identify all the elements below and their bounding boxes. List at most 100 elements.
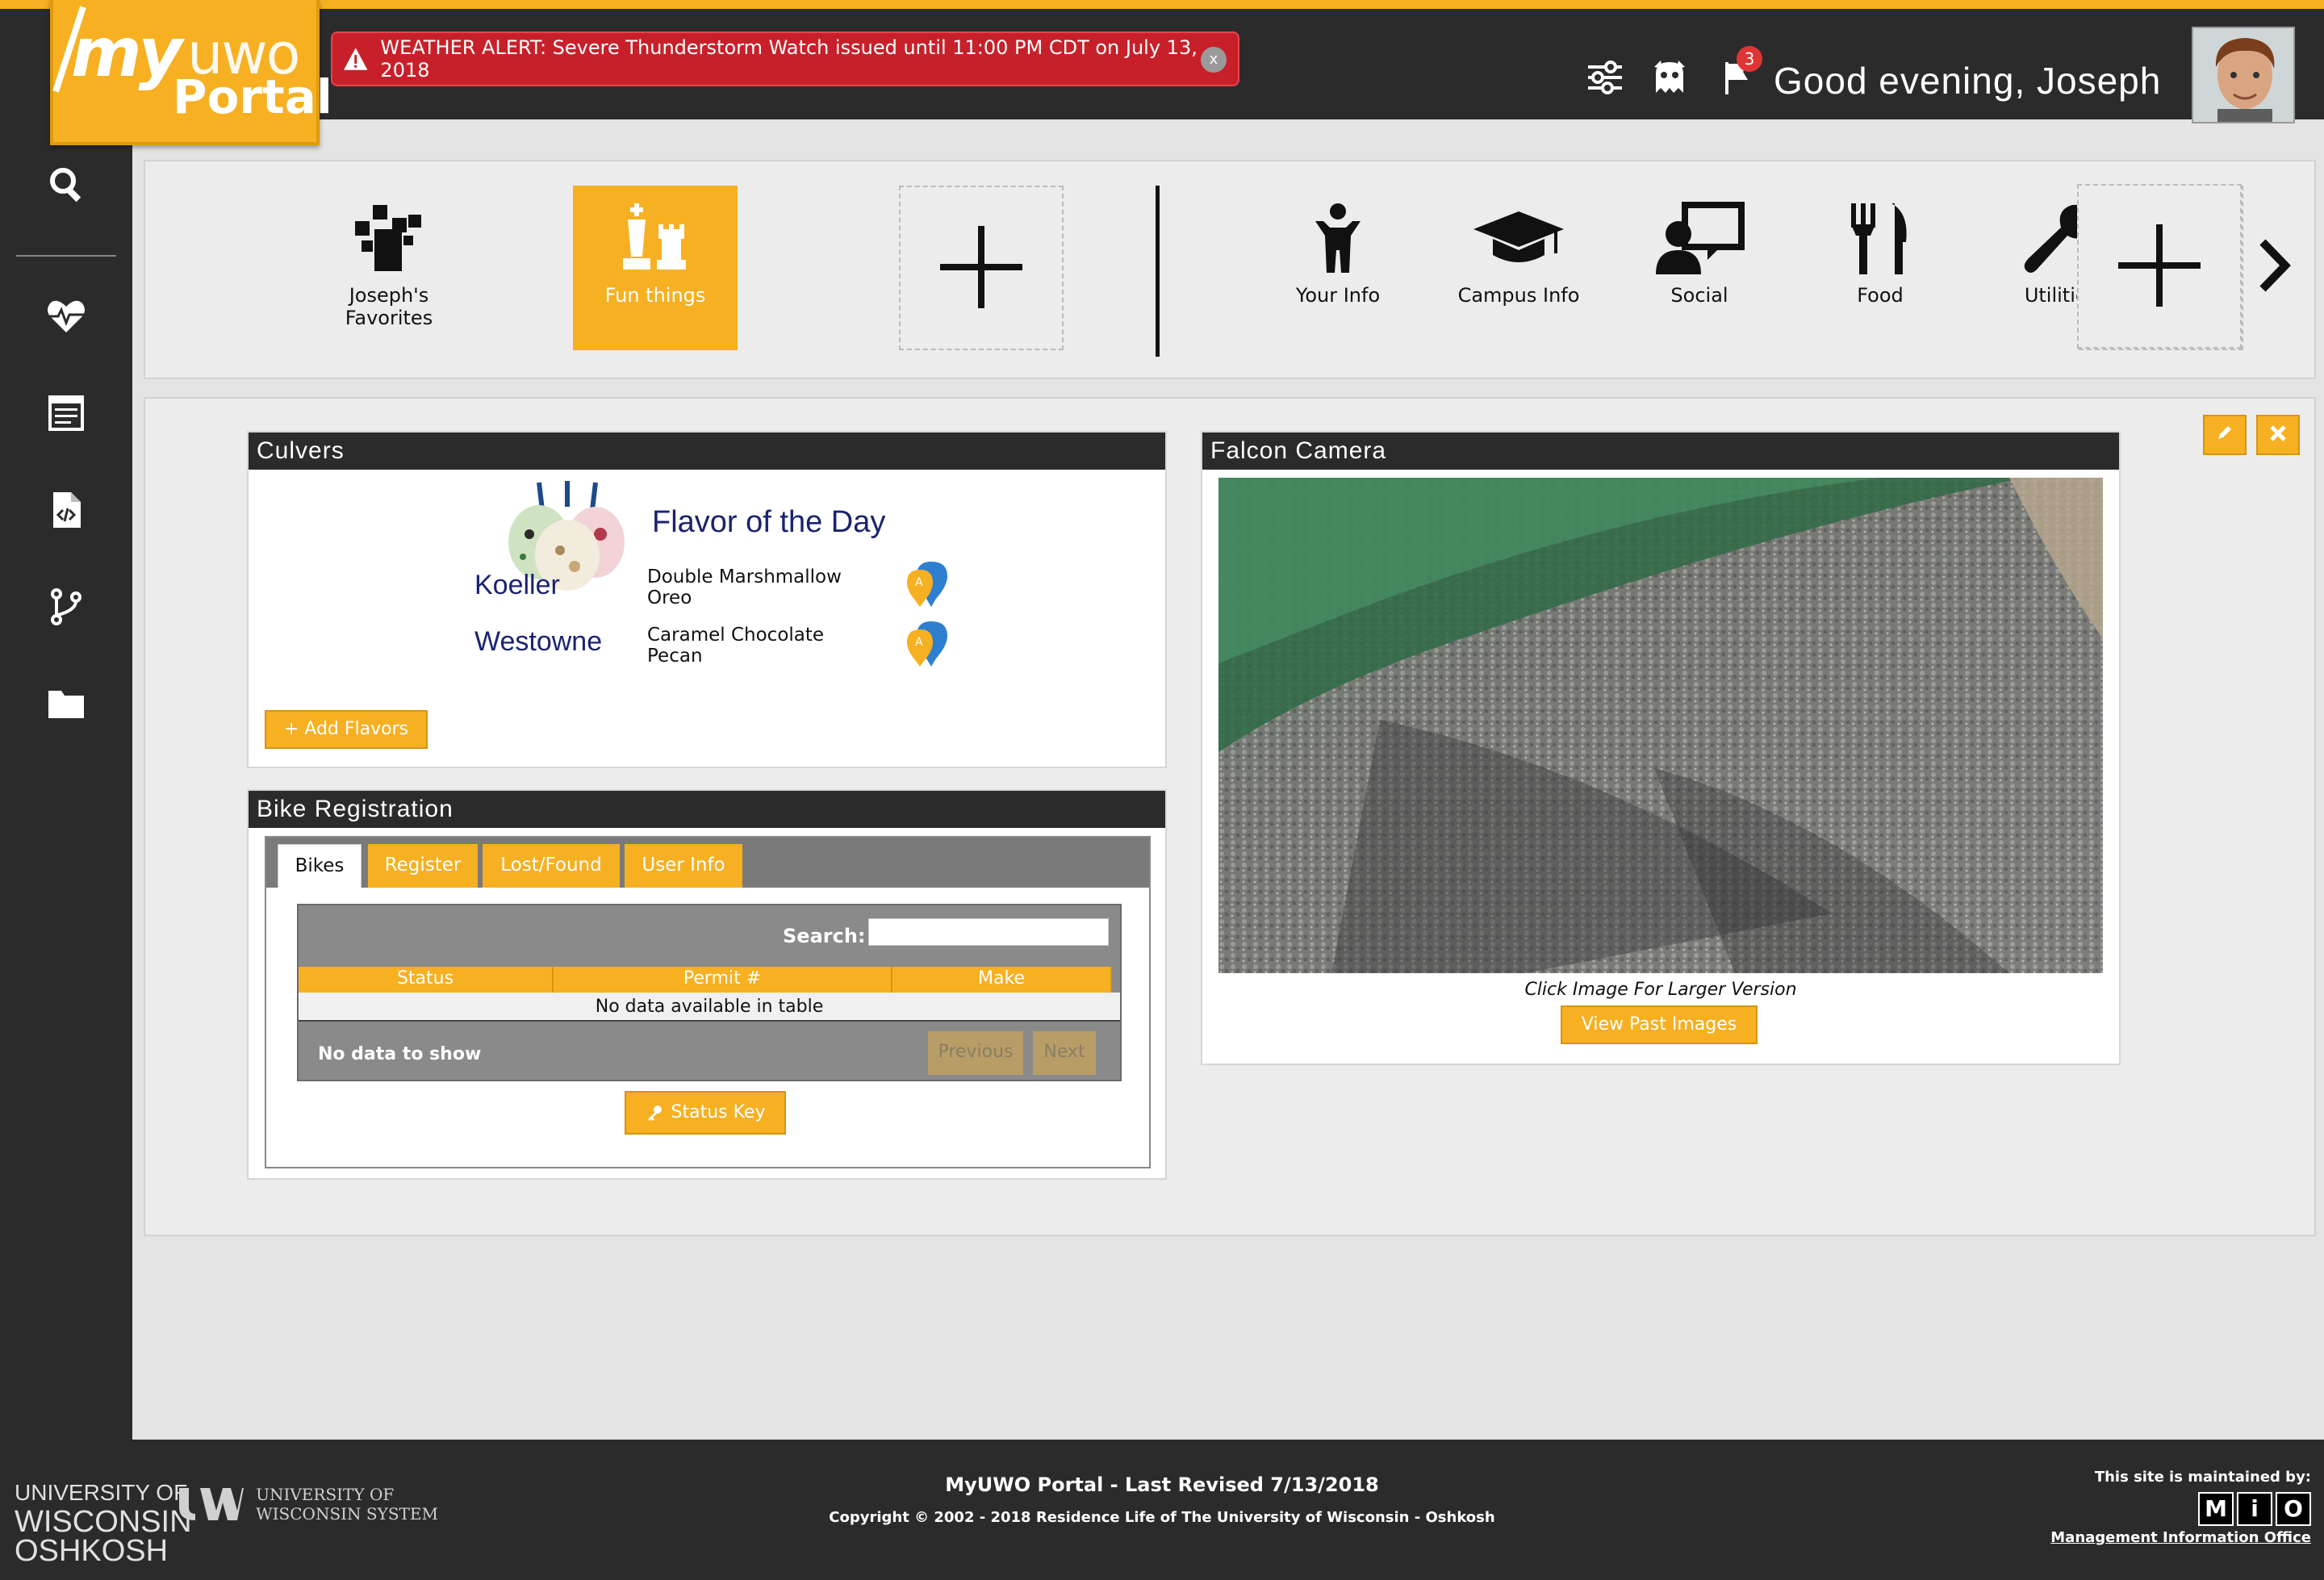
social-chat-icon [1656, 202, 1745, 274]
tile-campus-info[interactable]: Campus Info [1436, 186, 1601, 350]
maintained-by-label: This site is maintained by: [2094, 1469, 2311, 1486]
bike-tab-bar: Bikes Register Lost/Found User Info [266, 838, 1149, 888]
footer-title: MyUWO Portal - Last Revised 7/13/2018 [945, 1473, 1379, 1496]
news-icon[interactable] [45, 392, 87, 434]
add-flavors-button[interactable]: + Add Flavors [265, 710, 428, 749]
add-category-button[interactable] [2077, 184, 2242, 349]
tab-lost-found[interactable]: Lost/Found [483, 844, 620, 888]
tile-your-info[interactable]: Your Info [1256, 186, 1420, 350]
location-flavor: Double Marshmallow Oreo [647, 566, 873, 608]
user-photo [2193, 28, 2293, 122]
view-past-images-button[interactable]: View Past Images [1561, 1005, 1758, 1044]
tab-bikes[interactable]: Bikes [278, 844, 362, 888]
table-info: No data to show [318, 1044, 482, 1064]
bike-search-input[interactable] [868, 918, 1109, 946]
logo-portal: Portal [173, 69, 332, 124]
bike-registration-title: Bike Registration [249, 791, 1165, 828]
tile-food[interactable]: Food [1798, 186, 1962, 350]
edit-button[interactable] [2203, 415, 2247, 455]
map-pin-icon[interactable]: A [902, 618, 952, 668]
logo-my: my [71, 13, 182, 92]
warning-icon [343, 48, 368, 70]
alert-text: WEATHER ALERT: Severe Thunderstorm Watch… [380, 36, 1198, 82]
shortcut-bar: Joseph's Favorites Fun things Your Info … [144, 160, 2316, 379]
plus-icon [2118, 224, 2201, 307]
favorites-blocks-icon [355, 205, 421, 271]
top-bar: WEATHER ALERT: Severe Thunderstorm Watch… [0, 0, 2324, 123]
mio-link[interactable]: Management Information Office [2050, 1529, 2311, 1546]
image-caption: Click Image For Larger Version [1524, 980, 1797, 1000]
camera-feed [1218, 478, 2103, 973]
status-key-label: Status Key [671, 1102, 766, 1122]
mio-logo[interactable]: MiO [2050, 1492, 2311, 1526]
maintainer-block: This site is maintained by: MiO Manageme… [2050, 1469, 2311, 1546]
folder-icon[interactable] [45, 683, 87, 725]
tile-favorites[interactable]: Joseph's Favorites [307, 186, 471, 350]
flavor-line: Pecan [647, 646, 703, 667]
dashboard-panel: Culvers Flavor of the Day Koeller Double… [144, 397, 2316, 1236]
chess-pieces-icon [623, 203, 686, 270]
next-page-button[interactable]: Next [1033, 1031, 1096, 1075]
add-tile-button[interactable] [899, 186, 1064, 350]
shortcut-divider [1156, 186, 1160, 357]
location-name: Koeller [474, 570, 560, 600]
column-permit[interactable]: Permit # [554, 967, 892, 993]
tab-register[interactable]: Register [368, 844, 478, 888]
column-make[interactable]: Make [892, 967, 1112, 993]
previous-page-button[interactable]: Previous [928, 1031, 1023, 1075]
footer-copyright: Copyright © 2002 - 2018 Residence Life o… [829, 1509, 1495, 1526]
column-status[interactable]: Status [299, 967, 554, 993]
pencil-icon [2218, 426, 2231, 439]
location-name: Westowne [474, 626, 603, 657]
flavor-of-the-day-heading: Flavor of the Day [652, 505, 886, 539]
close-panel-button[interactable] [2256, 415, 2300, 455]
svg-text:A: A [915, 636, 923, 649]
mio-letter: O [2276, 1492, 2311, 1526]
bike-tabs-container: Bikes Register Lost/Found User Info Sear… [265, 836, 1151, 1168]
status-key-button[interactable]: Status Key [625, 1091, 786, 1135]
flavor-line: Caramel Chocolate [647, 625, 825, 646]
tile-food-label: Food [1857, 284, 1904, 307]
tile-fun-things[interactable]: Fun things [573, 186, 738, 350]
weather-alert: WEATHER ALERT: Severe Thunderstorm Watch… [331, 31, 1239, 86]
falcon-camera-widget: Falcon Camera Click Image For Larger Ver… [1201, 431, 2121, 1065]
mio-letter: M [2198, 1492, 2234, 1526]
bike-registration-widget: Bike Registration Bikes Register Lost/Fo… [247, 789, 1167, 1180]
location-flavor: Caramel Chocolate Pecan [647, 625, 873, 667]
graduation-cap-icon [1473, 211, 1564, 262]
flavor-line: Double Marshmallow [647, 566, 842, 587]
search-label: Search: [783, 925, 866, 947]
alert-close-button[interactable]: x [1201, 47, 1227, 73]
tile-your-info-label: Your Info [1295, 284, 1381, 307]
git-branch-icon[interactable] [45, 586, 87, 628]
plus-icon [940, 226, 1022, 308]
falcon-camera-title: Falcon Camera [1202, 433, 2119, 470]
tile-social[interactable]: Social [1617, 186, 1782, 350]
search-icon[interactable] [45, 163, 87, 205]
key-icon [647, 1106, 662, 1121]
myuwo-portal-logo[interactable]: my uwo Portal [50, 0, 332, 145]
svg-text:A: A [915, 576, 923, 589]
empty-table-message: No data available in table [299, 993, 1120, 1022]
culvers-title: Culvers [249, 433, 1165, 470]
footer: UNIVERSITY OF WISCONSIN OSHKOSH UNIVERSI… [0, 1440, 2324, 1580]
falcon-camera-image[interactable] [1218, 478, 2103, 973]
greeting-text: Good evening, Joseph [1774, 60, 2162, 102]
person-icon [1315, 203, 1361, 273]
culvers-widget: Culvers Flavor of the Day Koeller Double… [247, 431, 1167, 768]
sidebar-divider [16, 255, 116, 257]
chevron-right-icon[interactable] [2256, 237, 2292, 294]
map-pin-icon[interactable]: A [902, 558, 952, 608]
monster-icon[interactable] [1649, 57, 1690, 98]
fork-knife-icon [1851, 203, 1907, 274]
heart-pulse-icon[interactable] [45, 295, 87, 337]
close-icon [2270, 425, 2286, 441]
tile-campus-info-label: Campus Info [1457, 284, 1580, 307]
settings-sliders-icon[interactable] [1585, 57, 1625, 98]
uwo-logo-line: OSHKOSH [15, 1534, 169, 1568]
bike-table: Search: Status Permit # Make No data ava… [297, 904, 1122, 1081]
tab-user-info[interactable]: User Info [625, 844, 742, 888]
avatar[interactable] [2192, 27, 2295, 123]
tile-social-label: Social [1670, 284, 1728, 307]
code-file-icon[interactable] [45, 489, 87, 531]
